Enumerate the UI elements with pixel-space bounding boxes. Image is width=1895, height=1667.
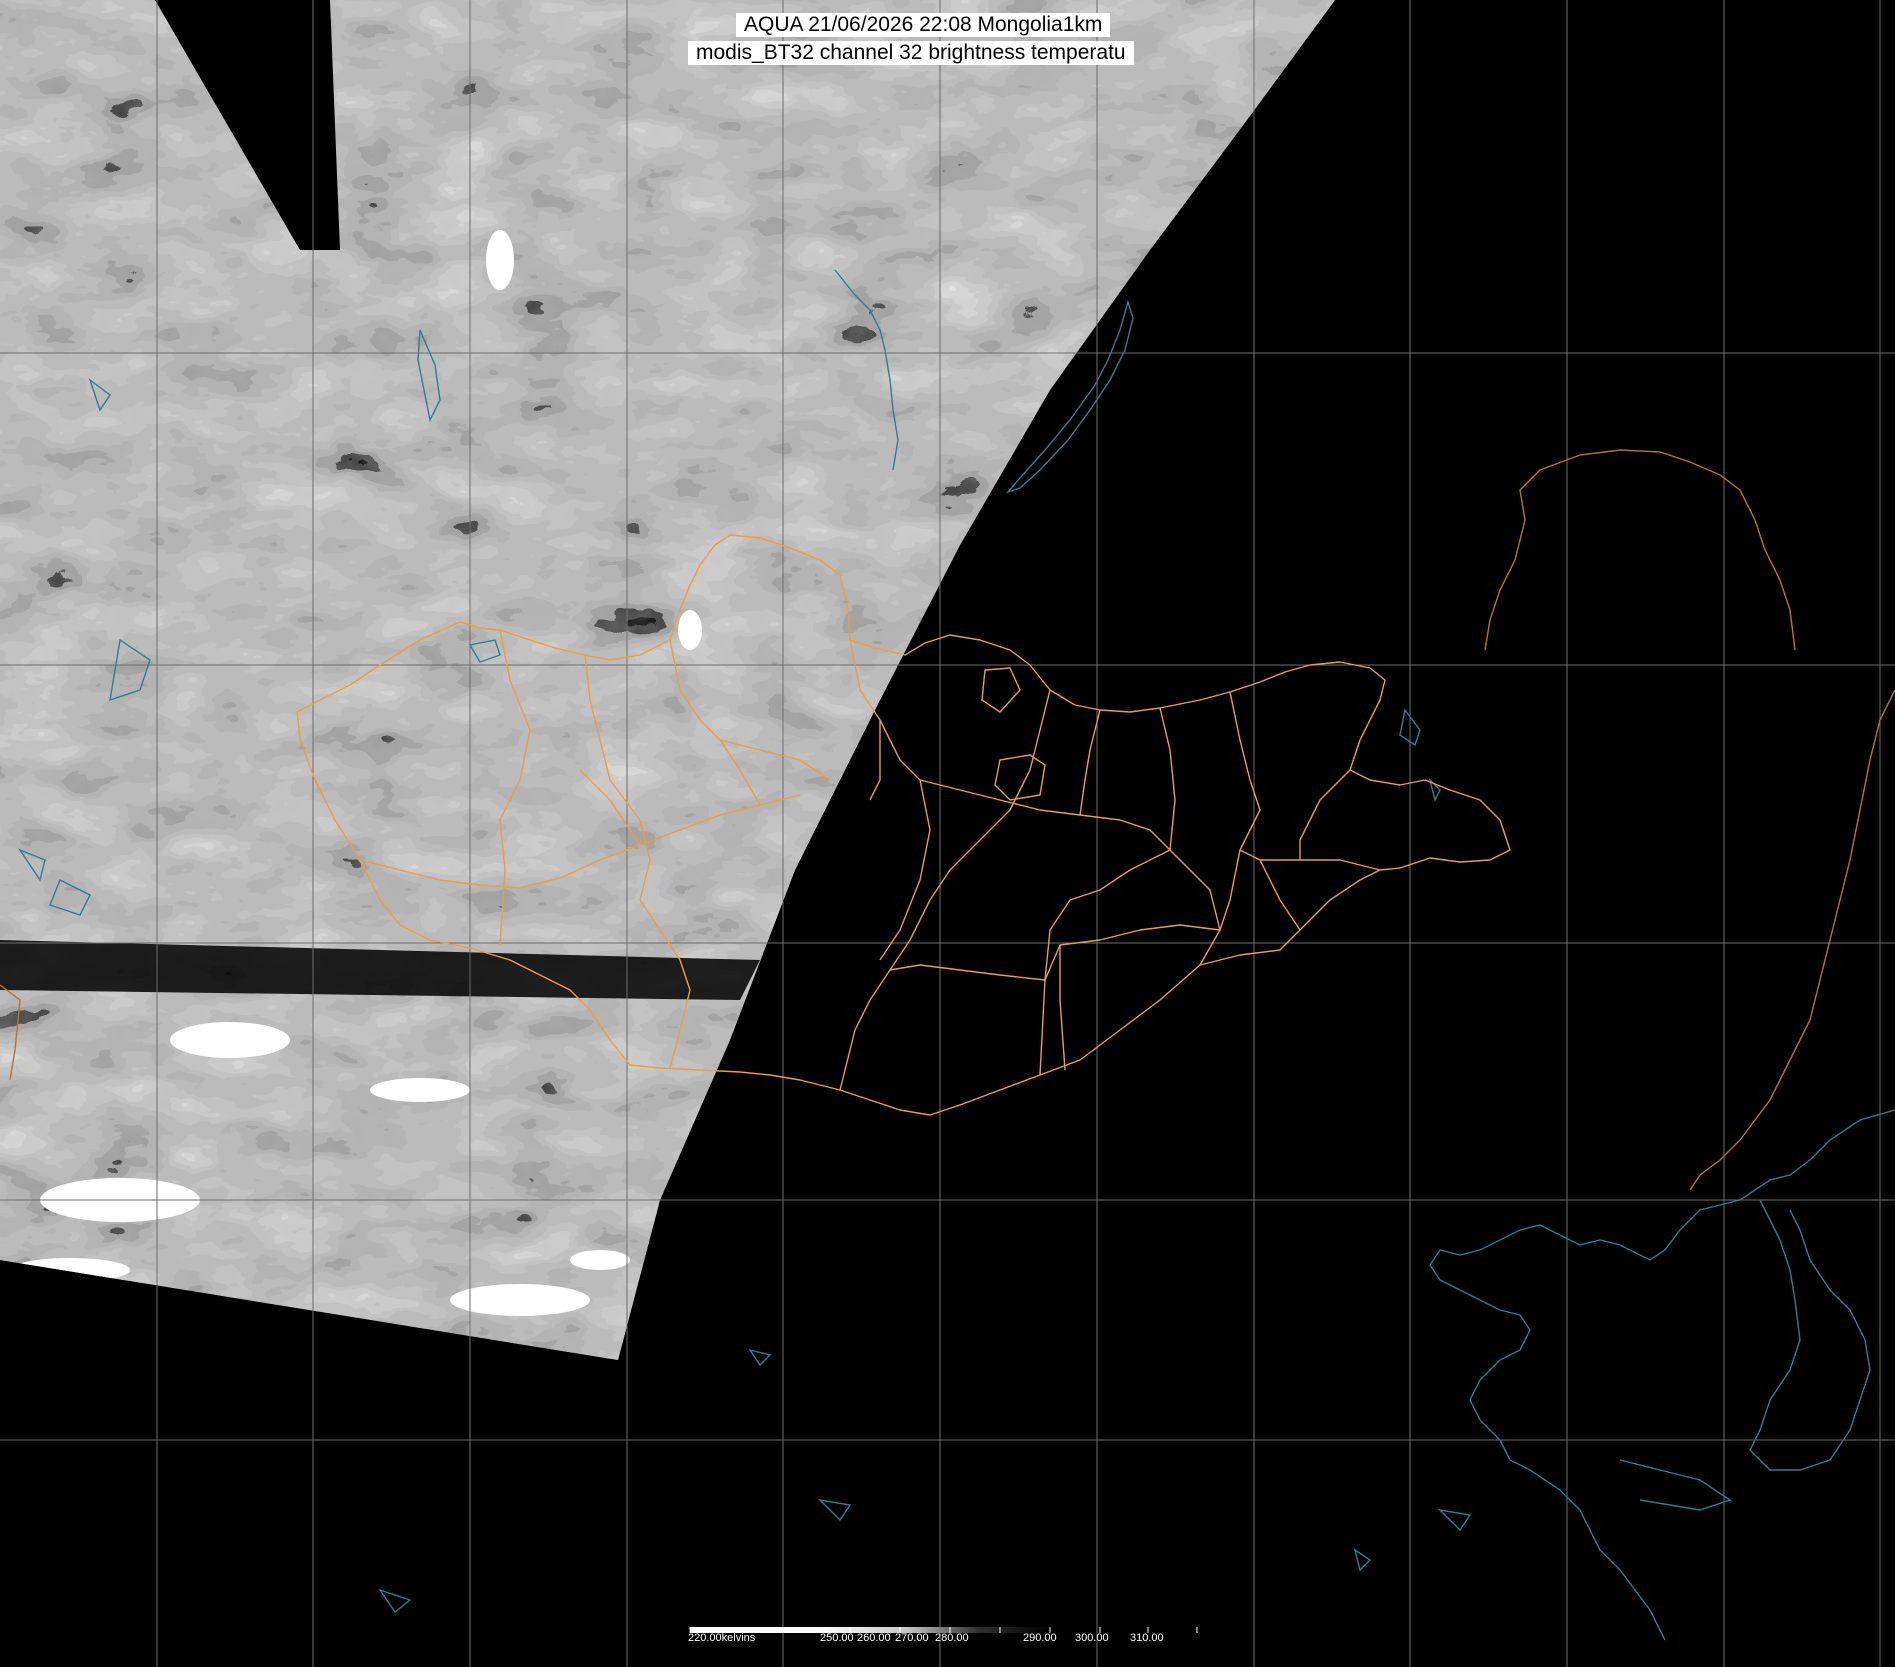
korea-peninsula xyxy=(1749,1199,1871,1471)
colorbar-tick-label: 300.00 xyxy=(1075,1632,1109,1644)
satellite-swath xyxy=(0,0,1335,1360)
bohai-coast xyxy=(1429,1109,1895,1641)
colorbar-unit-label: 220.00kelvins xyxy=(688,1632,756,1644)
shandong-coast xyxy=(1619,1459,1732,1511)
satellite-map xyxy=(0,0,1895,1667)
title-line-2: modis_BT32 channel 32 brightness tempera… xyxy=(688,41,1134,65)
china-russia-border xyxy=(1484,449,1796,651)
darkhan xyxy=(981,667,1021,713)
colorbar-tick-label: 270.00 xyxy=(895,1632,929,1644)
colorbar-tick-label: 310.00 xyxy=(1130,1632,1164,1644)
colorbar-tick-label: 280.00 xyxy=(935,1632,969,1644)
ulaanbaatar xyxy=(994,754,1046,801)
colorbar-tick-label: 260.00 xyxy=(857,1632,891,1644)
title-line-1: AQUA 21/06/2026 22:08 Mongolia1km xyxy=(736,13,1111,37)
small-lakes xyxy=(378,1348,1472,1614)
china-korea-border xyxy=(1689,689,1895,1191)
colorbar-tick-label: 250.00 xyxy=(820,1632,854,1644)
colorbar-tick-label: 290.00 xyxy=(1023,1632,1057,1644)
